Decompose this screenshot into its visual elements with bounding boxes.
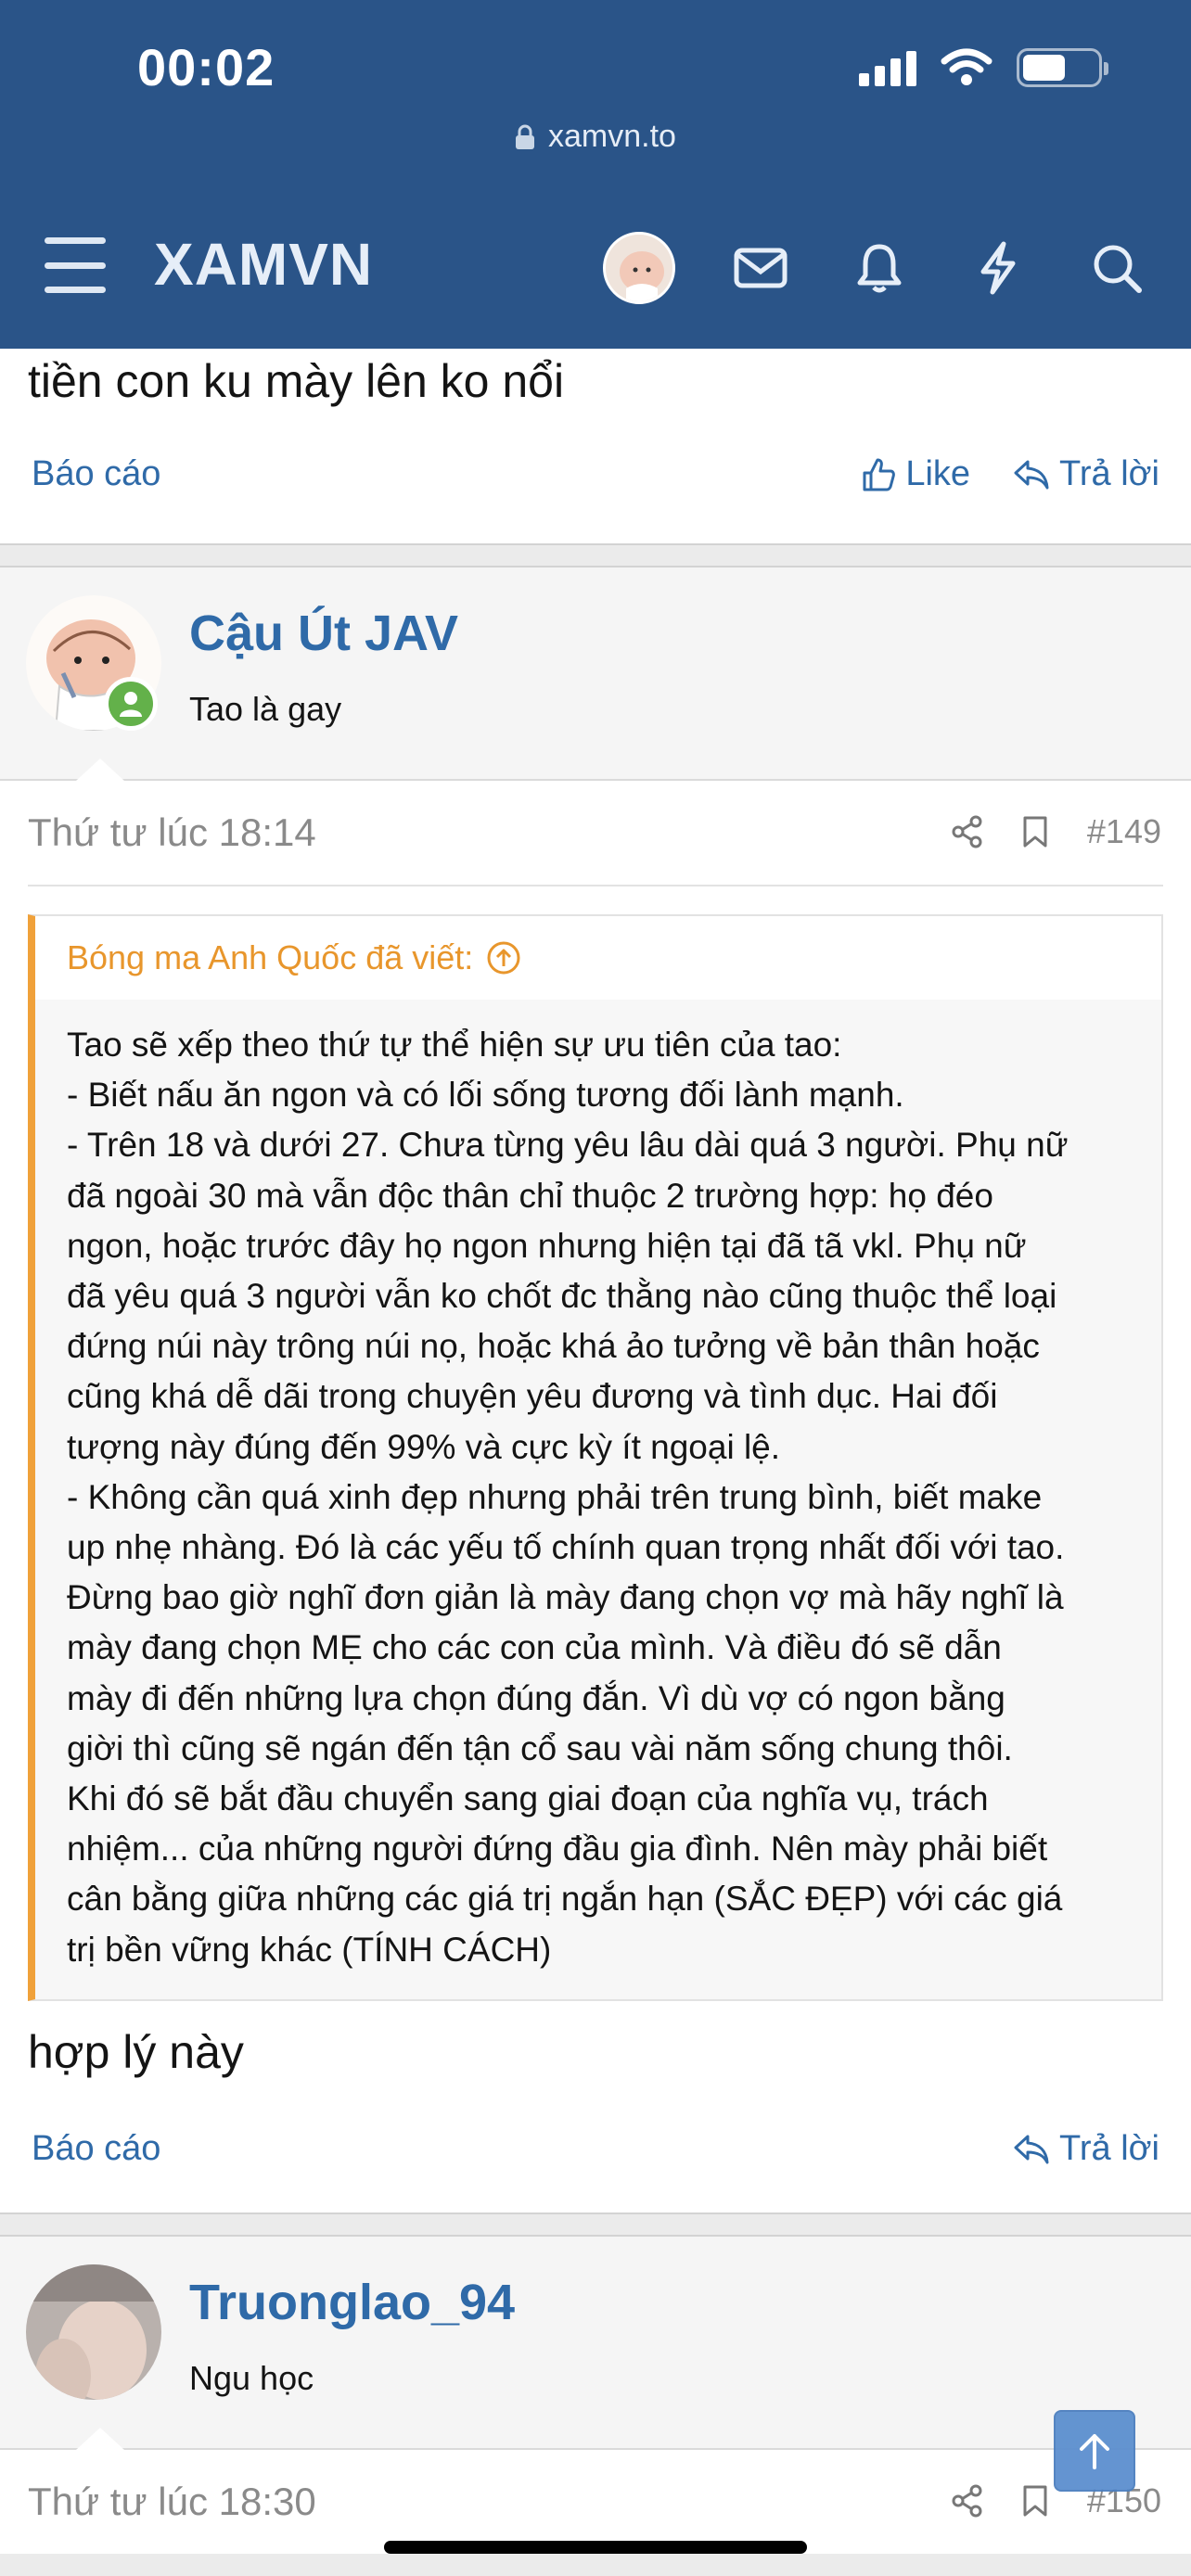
reply-button[interactable]: Trả lời <box>1013 2129 1159 2169</box>
quote-line: đứng núi này trông núi nọ, hoặc khá ảo t… <box>67 1327 1040 1366</box>
reply-icon <box>1014 460 1049 489</box>
post-meta: Thứ tư lúc 18:30 #150 <box>0 2450 1191 2554</box>
search-icon[interactable] <box>1083 235 1150 301</box>
wifi-icon <box>941 48 992 85</box>
quote-line: đã yêu quá 3 người vẫn ko chốt đc thằng … <box>67 1277 1057 1316</box>
reply-button[interactable]: Trả lời <box>1013 454 1159 494</box>
site-header: 00:02 xamvn.to XAMVN <box>0 0 1191 349</box>
quote-line: mày đi đến những lựa chọn đúng đắn. Vì d… <box>67 1678 1005 1717</box>
reply-label: Trả lời <box>1059 454 1159 493</box>
quote-line: - Không cần quá xinh đẹp nhưng phải trên… <box>67 1477 1043 1516</box>
post-user-bar: Cậu Út JAV Tao là gay <box>0 566 1191 781</box>
address-bar[interactable]: xamvn.to <box>0 119 1191 155</box>
account-avatar[interactable] <box>603 232 675 304</box>
site-logo[interactable]: XAMVN <box>154 230 373 299</box>
post-user-bar: Truonglao_94 Ngu học <box>0 2234 1191 2450</box>
lightning-icon[interactable] <box>965 235 1031 301</box>
quote-line: nhiệm... của những người đứng đầu gia đì… <box>67 1830 1048 1868</box>
user-avatar[interactable] <box>26 2264 161 2400</box>
divider <box>28 885 1163 886</box>
share-icon[interactable] <box>952 815 983 848</box>
quote-text: Tao sẽ xếp theo thứ tự thể hiện sự ưu ti… <box>35 1000 1161 1999</box>
reply-label: Trả lời <box>1059 2129 1159 2169</box>
nav-bar: XAMVN <box>0 219 1191 312</box>
post-meta-icons: #149 <box>952 812 1161 851</box>
bookmark-icon[interactable] <box>1022 815 1048 848</box>
nav-icons <box>603 232 1150 304</box>
post-meta: Thứ tư lúc 18:14 #149 <box>0 781 1191 885</box>
thumbs-up-icon <box>863 458 896 491</box>
status-icons <box>859 48 1108 87</box>
status-time: 00:02 <box>137 38 275 96</box>
quote-line: trị bền vững khác (TÍNH CÁCH) <box>67 1930 552 1969</box>
post-text: tiền con ku mày lên ko nổi <box>28 355 565 407</box>
username[interactable]: Truonglao_94 <box>189 2274 515 2331</box>
user-bar-pointer <box>76 2427 124 2450</box>
quote-line: - Biết nấu ăn ngon và có lối sống tương … <box>67 1076 904 1115</box>
quote-block: Bóng ma Anh Quốc đã viết: Tao sẽ xếp the… <box>28 914 1163 2001</box>
quote-line: up nhẹ nhàng. Đó là các yếu tố chính qua… <box>67 1528 1065 1567</box>
user-bar-pointer <box>76 759 124 781</box>
inbox-icon[interactable] <box>727 235 794 301</box>
post-date[interactable]: Thứ tư lúc 18:14 <box>28 810 316 855</box>
quote-author: Bóng ma Anh Quốc đã viết: <box>67 938 474 976</box>
hamburger-menu-icon[interactable] <box>45 237 106 293</box>
quote-line: Đừng bao giờ nghĩ đơn giản là mày đang c… <box>67 1578 1064 1617</box>
quote-line: Khi đó sẽ bắt đầu chuyển sang giai đoạn … <box>67 1779 989 1818</box>
quote-line: - Trên 18 và dưới 27. Chưa từng yêu lâu … <box>67 1126 1069 1165</box>
post-149: Thứ tư lúc 18:14 #149 Bóng ma Anh Quốc đ… <box>0 781 1191 2214</box>
like-label: Like <box>905 454 971 493</box>
online-status-icon <box>104 677 158 731</box>
home-indicator[interactable] <box>384 2541 807 2554</box>
previous-post: tiền con ku mày lên ko nổi Báo cáo Like … <box>0 349 1191 545</box>
post-text: hợp lý này <box>28 2025 244 2078</box>
bookmark-icon[interactable] <box>1022 2484 1048 2518</box>
report-link[interactable]: Báo cáo <box>32 454 160 494</box>
username[interactable]: Cậu Út JAV <box>189 605 458 662</box>
arrow-up-circle-icon <box>487 941 520 975</box>
user-title: Ngu học <box>189 2358 314 2397</box>
user-title: Tao là gay <box>189 690 342 728</box>
lock-icon <box>516 124 535 149</box>
thread-content: tiền con ku mày lên ko nổi Báo cáo Like … <box>0 349 1191 2554</box>
post-actions: Báo cáo Like Trả lời <box>0 454 1191 494</box>
quote-line: cân bằng giữa những các giá trị ngắn hạn… <box>67 1880 1063 1919</box>
quote-line: Tao sẽ xếp theo thứ tự thể hiện sự ưu ti… <box>67 1026 842 1064</box>
post-number[interactable]: #149 <box>1087 812 1161 851</box>
cellular-signal-icon <box>859 49 916 86</box>
url-text: xamvn.to <box>548 119 676 154</box>
report-link[interactable]: Báo cáo <box>32 2129 160 2169</box>
battery-icon <box>1017 48 1108 87</box>
like-button[interactable]: Like <box>861 454 970 494</box>
quote-line: giời thì cũng sẽ ngán đến tận cổ sau vài… <box>67 1728 1013 1767</box>
quote-line: cũng khá dễ dãi trong chuyện yêu đương v… <box>67 1377 998 1416</box>
reply-icon <box>1014 2135 1049 2164</box>
quote-line: mày đang chọn MẸ cho các con của mình. V… <box>67 1628 1002 1667</box>
post-date[interactable]: Thứ tư lúc 18:30 <box>28 2480 316 2524</box>
arrow-up-icon <box>1080 2434 1109 2469</box>
quote-author-link[interactable]: Bóng ma Anh Quốc đã viết: <box>35 916 1161 1000</box>
quote-line: đã ngoài 30 mà vẫn độc thân chỉ thuộc 2 … <box>67 1176 993 1215</box>
quote-line: ngon, hoặc trước đây họ ngon nhưng hiện … <box>67 1226 1027 1265</box>
scroll-to-top-button[interactable] <box>1054 2410 1135 2492</box>
bell-icon[interactable] <box>846 235 913 301</box>
share-icon[interactable] <box>952 2484 983 2518</box>
quote-line: tượng này đúng đến 99% và cực kỳ ít ngoạ… <box>67 1427 781 1466</box>
post-actions: Báo cáo Trả lời <box>0 2086 1191 2213</box>
post-150: Thứ tư lúc 18:30 #150 <box>0 2449 1191 2554</box>
